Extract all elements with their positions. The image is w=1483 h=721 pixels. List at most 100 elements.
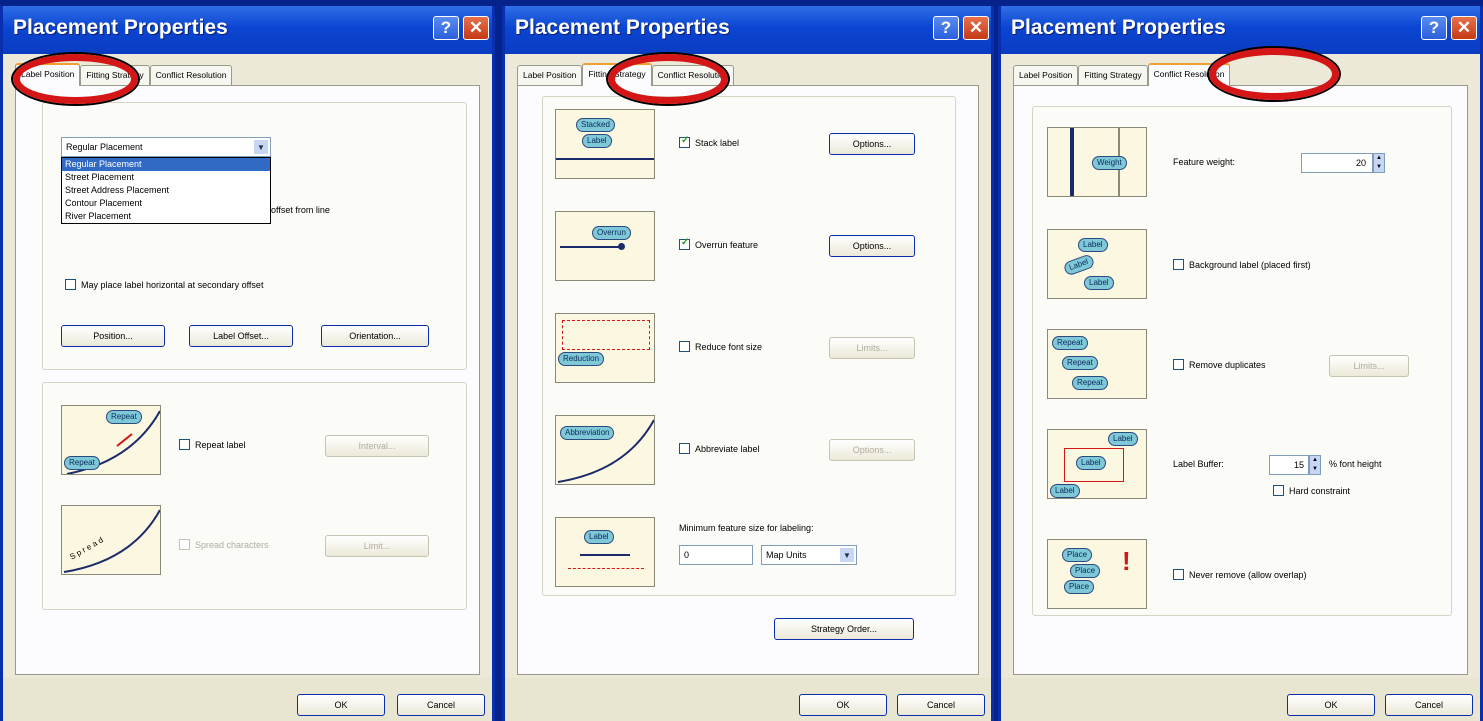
checkbox-label: Overrun feature [695,239,759,250]
help-button[interactable]: ? [933,16,959,40]
checkbox-box[interactable] [679,237,690,250]
tab-panel: Weight Feature weight: 20 ▲ ▼ Label Label… [1013,85,1468,675]
button-bar: OK Cancel [505,678,991,721]
min-feature-size-input[interactable]: 0 [679,545,753,565]
tab-label-position[interactable]: Label Position [15,63,81,86]
weight-illustration: Weight [1047,127,1147,197]
stack-options-button[interactable]: Options... [829,133,915,155]
spread-characters-checkbox[interactable]: Spread characters [179,539,269,550]
line-icon [556,158,654,160]
tab-strip: Label Position Fitting Strategy Conflict… [15,63,233,86]
close-button[interactable]: ✕ [1451,16,1477,40]
never-remove-checkbox[interactable]: Never remove (allow overlap) [1173,569,1307,580]
checkbox-box[interactable] [1273,485,1284,496]
feature-weight-input[interactable]: 20 [1301,153,1373,173]
checkbox-box[interactable] [679,341,690,352]
position-button[interactable]: Position... [61,325,165,347]
checkbox-label: Spread characters [195,539,269,550]
placement-select[interactable]: Regular Placement ▼ [61,137,271,157]
illus-label: Weight [1092,156,1127,170]
checkbox-box[interactable] [1173,359,1184,370]
orientation-button[interactable]: Orientation... [321,325,429,347]
strategy-order-button[interactable]: Strategy Order... [774,618,914,640]
overrun-illustration: Overrun [555,211,655,281]
placement-dropdown-list: Regular Placement Street Placement Stree… [61,157,271,224]
curve-line-icon [63,509,160,573]
illus-label: Reduction [558,352,605,366]
illus-label: Repeat [1062,356,1098,370]
cancel-button[interactable]: Cancel [897,694,985,716]
cancel-button[interactable]: Cancel [397,694,485,716]
road-icon [1070,128,1074,196]
list-item[interactable]: Street Placement [62,171,270,184]
tab-conflict-resolution[interactable]: Conflict Resolution [1147,63,1231,86]
help-button[interactable]: ? [1421,16,1447,40]
label-offset-button[interactable]: Label Offset... [189,325,293,347]
reduce-limits-button[interactable]: Limits... [829,337,915,359]
feature-weight-spinner[interactable]: ▲ ▼ [1373,153,1385,173]
help-button[interactable]: ? [433,16,459,40]
checkbox-box[interactable] [65,279,76,290]
overrun-options-button[interactable]: Options... [829,235,915,257]
tab-fitting-strategy[interactable]: Fitting Strategy [1078,65,1148,85]
tab-conflict-resolution[interactable]: Conflict Resolution [651,65,735,85]
list-item[interactable]: Street Address Placement [62,184,270,197]
abbreviate-options-button[interactable]: Options... [829,439,915,461]
line-icon [580,554,630,556]
checkbox-label: Reduce font size [695,341,763,352]
checkbox-label: Repeat label [195,439,246,450]
illus-label: Label [582,134,612,148]
checkbox-label: May place label horizontal at secondary … [81,279,264,290]
tab-fitting-strategy[interactable]: Fitting Strategy [582,63,652,86]
ok-button[interactable]: OK [799,694,887,716]
chevron-down-icon[interactable]: ▼ [253,139,269,155]
exclamation-icon: ! [1122,546,1131,576]
remove-duplicates-checkbox[interactable]: Remove duplicates [1173,359,1266,370]
checkbox-box[interactable] [1173,259,1184,270]
button-bar: OK Cancel [1001,678,1480,721]
tab-conflict-resolution[interactable]: Conflict Resolution [149,65,233,85]
strategy-group: Stacked Label Stack label Options... Ove… [542,96,956,596]
list-item[interactable]: Regular Placement [62,158,270,171]
hard-constraint-checkbox[interactable]: Hard constraint [1273,485,1350,496]
abbreviate-label-checkbox[interactable]: Abbreviate label [679,443,760,454]
ok-button[interactable]: OK [297,694,385,716]
duplicates-limits-button[interactable]: Limits... [1329,355,1409,377]
illus-label: Repeat [1072,376,1108,390]
reduce-font-size-checkbox[interactable]: Reduce font size [679,341,762,352]
feature-weight-label: Feature weight: [1173,157,1236,167]
units-select[interactable]: Map Units ▼ [761,545,857,565]
list-item[interactable]: River Placement [62,210,270,223]
tab-fitting-strategy[interactable]: Fitting Strategy [80,65,150,85]
checkbox-box[interactable] [179,539,190,550]
repeat-illustration: Repeat Repeat [61,405,161,475]
cancel-button[interactable]: Cancel [1385,694,1473,716]
limit-button[interactable]: Limit... [325,535,429,557]
horizontal-secondary-checkbox[interactable]: May place label horizontal at secondary … [65,279,263,290]
tab-label-position[interactable]: Label Position [1013,65,1079,85]
tab-strip: Label Position Fitting Strategy Conflict… [1013,63,1231,86]
illus-label: Place [1062,548,1093,562]
ok-button[interactable]: OK [1287,694,1375,716]
chevron-down-icon[interactable]: ▼ [839,547,855,563]
list-item[interactable]: Contour Placement [62,197,270,210]
measure-icon [568,568,644,569]
repeat-label-checkbox[interactable]: Repeat label [179,439,246,450]
close-button[interactable]: ✕ [463,16,489,40]
checkbox-box[interactable] [679,443,690,454]
overrun-feature-checkbox[interactable]: Overrun feature [679,237,759,250]
dialog-title: Placement Properties [13,16,228,39]
checkbox-box[interactable] [1173,569,1184,580]
close-button[interactable]: ✕ [963,16,989,40]
illus-label: Place [1070,564,1101,578]
checkbox-box[interactable] [179,439,190,450]
background-label-checkbox[interactable]: Background label (placed first) [1173,259,1311,270]
repeat-group: Repeat Repeat Repeat label Interval... S… [42,382,467,610]
illus-label: Label [1050,484,1080,498]
label-buffer-input[interactable]: 15 [1269,455,1309,475]
stack-label-checkbox[interactable]: Stack label [679,135,739,148]
label-buffer-spinner[interactable]: ▲ ▼ [1309,455,1321,475]
checkbox-box[interactable] [679,135,690,148]
interval-button[interactable]: Interval... [325,435,429,457]
tab-label-position[interactable]: Label Position [517,65,583,85]
